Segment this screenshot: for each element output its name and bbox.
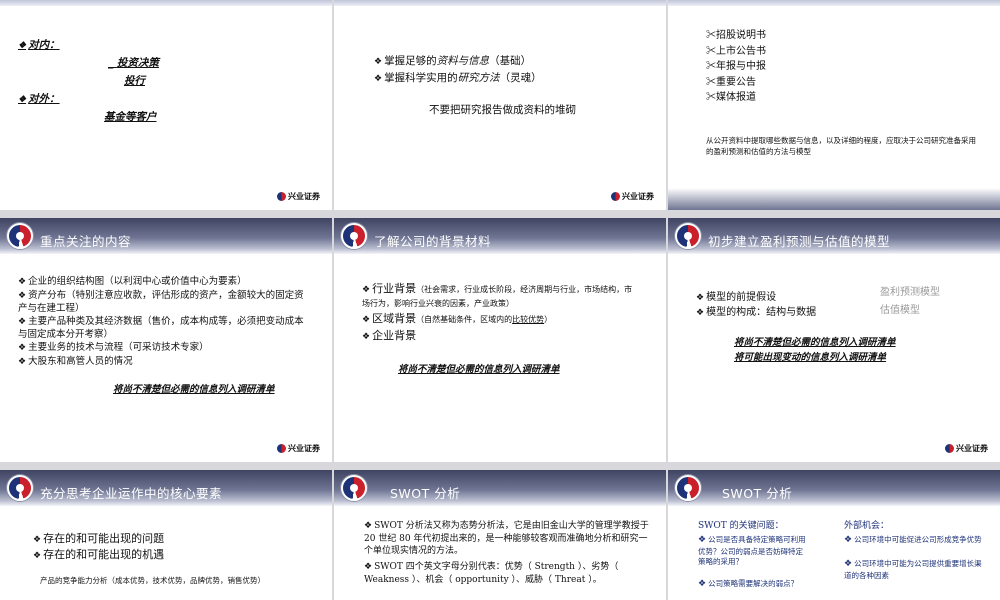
bullet-item: 公司环境中可能为公司提供重要增长渠道的各种因素 (844, 558, 984, 581)
slide-note: 不要把研究报告做成资料的堆砌 (429, 104, 576, 116)
bullet-item: 主要产品种类及其经济数据（售价，成本构成等，必须把变动成本与固定成本分开考察） (18, 316, 313, 342)
bullet-item: 存在的和可能出现的问题 (33, 532, 164, 547)
bullet-item: 掌握科学实用的研究方法（灵魂） (374, 71, 542, 85)
swirl-logo-icon (341, 475, 367, 501)
brand-icon (277, 444, 286, 453)
bullet-item: 主要业务的技术与流程（可采访技术专家） (18, 342, 313, 355)
swirl-logo-icon (7, 223, 33, 249)
slide-bottom-bar (668, 188, 1000, 210)
slide-8[interactable]: SWOT 分析 SWOT 分析法又称为态势分析法，它是由旧金山大学的管理学教授于… (334, 470, 666, 600)
slide-header: 重点关注的内容 (0, 218, 332, 254)
bullet-item: 资产分布（特别注意应收款，评估形成的资产，金额较大的固定资产与在建工程） (18, 290, 313, 316)
swirl-logo-icon (675, 475, 701, 501)
internal-item-1: _ 投资决策 (108, 57, 159, 69)
bullet-item: 行业背景（社会需求，行业成长阶段，经济周期与行业，市场结构，市场行为，影响行业兴… (362, 282, 634, 310)
brand-logo: 兴业证券 (277, 191, 320, 202)
bullet-item: 公司环境中可能促进公司形成竞争优势 (844, 534, 984, 547)
bullet-item: 模型的前提假设 (696, 291, 776, 305)
bullet-item: SWOT 四个英文字母分别代表：优势（ Strength ）、劣势（ Weakn… (364, 561, 649, 586)
slide-6[interactable]: 初步建立盈利预测与估值的模型 模型的前提假设 模型的构成：结构与数据 盈利预测模… (668, 218, 1000, 462)
slide-header: 初步建立盈利预测与估值的模型 (668, 218, 1000, 254)
scissors-icon: ✂ (706, 45, 716, 57)
slide-title: 了解公司的背景材料 (374, 234, 492, 249)
source-list: ✂招股说明书 ✂上市公告书 ✂年报与中报 ✂重要公告 ✂媒体报道 (706, 28, 766, 106)
slide-title: 重点关注的内容 (40, 234, 132, 249)
list-item: ✂年报与中报 (706, 61, 766, 72)
internal-item-2: 投行 (124, 75, 145, 87)
slide-title: 初步建立盈利预测与估值的模型 (708, 234, 891, 249)
brand-logo: 兴业证券 (945, 443, 988, 454)
right-heading: 外部机会： (844, 521, 890, 531)
brand-logo: 兴业证券 (277, 443, 320, 454)
bullet-item: 公司策略需要解决的弱点？ (698, 578, 808, 591)
analysis-text: 产品的竞争能力分析（成本优势，技术优势，品牌优势，销售优势） (40, 576, 265, 585)
slide-3[interactable]: ✂招股说明书 ✂上市公告书 ✂年报与中报 ✂重要公告 ✂媒体报道 从公开资料中提… (668, 0, 1000, 210)
scissors-icon: ✂ (706, 76, 716, 88)
slide-title: SWOT 分析 (722, 486, 793, 501)
internal-label: 对内： (18, 38, 60, 52)
bullet-item: 存在的和可能出现的机遇 (33, 548, 164, 563)
bullet-item: 掌握足够的资料与信息（基础） (374, 54, 531, 68)
slide-note: 将尚不清楚但必需的信息列入调研清单 (113, 384, 275, 395)
slide-top-bar (334, 0, 666, 6)
side-label: 盈利预测模型 (880, 287, 940, 298)
slide-title: SWOT 分析 (390, 486, 461, 501)
bullet-item: 区域背景（自然基础条件，区域内的比较优势） (362, 312, 552, 327)
slide-4[interactable]: 重点关注的内容 企业的组织结构图（以利润中心或价值中心为要素） 资产分布（特别注… (0, 218, 332, 462)
list-item: ✂招股说明书 (706, 30, 766, 41)
slide-note: 将尚不清楚但必需的信息列入调研清单 (398, 364, 560, 375)
slide-top-bar (0, 0, 332, 6)
brand-icon (945, 444, 954, 453)
list-item: ✂上市公告书 (706, 45, 766, 57)
side-label: 估值模型 (880, 305, 920, 316)
brand-logo: 兴业证券 (611, 191, 654, 202)
swirl-logo-icon (675, 223, 701, 249)
slide-title: 充分思考企业运作中的核心要素 (40, 486, 223, 501)
list-item: ✂媒体报道 (706, 92, 756, 103)
bullet-item: 公司是否具备特定策略可利用优势？公司的弱点是否妨碍特定策略的采用？ (698, 534, 808, 568)
swirl-logo-icon (7, 475, 33, 501)
external-item-1: 基金等客户 (104, 111, 157, 123)
slide-header: 充分思考企业运作中的核心要素 (0, 470, 332, 506)
slide-top-bar (668, 0, 1000, 6)
slide-9[interactable]: SWOT 分析 SWOT 的关键问题： 公司是否具备特定策略可利用优势？公司的弱… (668, 470, 1000, 600)
external-label: 对外： (18, 92, 60, 106)
scissors-icon: ✂ (706, 30, 716, 41)
scissors-icon: ✂ (706, 61, 716, 72)
slide-2[interactable]: 掌握足够的资料与信息（基础） 掌握科学实用的研究方法（灵魂） 不要把研究报告做成… (334, 0, 666, 210)
slide-7[interactable]: 充分思考企业运作中的核心要素 存在的和可能出现的问题 存在的和可能出现的机遇 产… (0, 470, 332, 600)
slide-header: SWOT 分析 (334, 470, 666, 506)
bullet-item: 模型的构成：结构与数据 (696, 306, 816, 320)
swirl-logo-icon (341, 223, 367, 249)
list-item: ✂重要公告 (706, 76, 756, 88)
slide-note: 从公开资料中提取哪些数据与信息，以及详细的程度，应取决于公司研究准备采用的盈利预… (706, 136, 976, 156)
brand-icon (611, 192, 620, 201)
bullet-item: 企业背景 (362, 329, 416, 344)
bullet-item: 企业的组织结构图（以利润中心或价值中心为要素） (18, 276, 313, 289)
left-heading: SWOT 的关键问题： (698, 521, 784, 531)
brand-icon (277, 192, 286, 201)
slide-5[interactable]: 了解公司的背景材料 行业背景（社会需求，行业成长阶段，经济周期与行业，市场结构，… (334, 218, 666, 462)
slide-header: 了解公司的背景材料 (334, 218, 666, 254)
slide-note: 将可能出现变动的信息列入调研清单 (734, 352, 887, 363)
slide-1[interactable]: 对内： _ 投资决策 投行 对外： 基金等客户 兴业证券 (0, 0, 332, 210)
slide-note: 将尚不清楚但必需的信息列入调研清单 (734, 337, 896, 348)
bullet-item: SWOT 分析法又称为态势分析法，它是由旧金山大学的管理学教授于 20 世纪 8… (364, 520, 649, 558)
slide-header: SWOT 分析 (668, 470, 1000, 506)
bullet-item: 大股东和高管人员的情况 (18, 356, 313, 369)
scissors-icon: ✂ (706, 92, 716, 103)
